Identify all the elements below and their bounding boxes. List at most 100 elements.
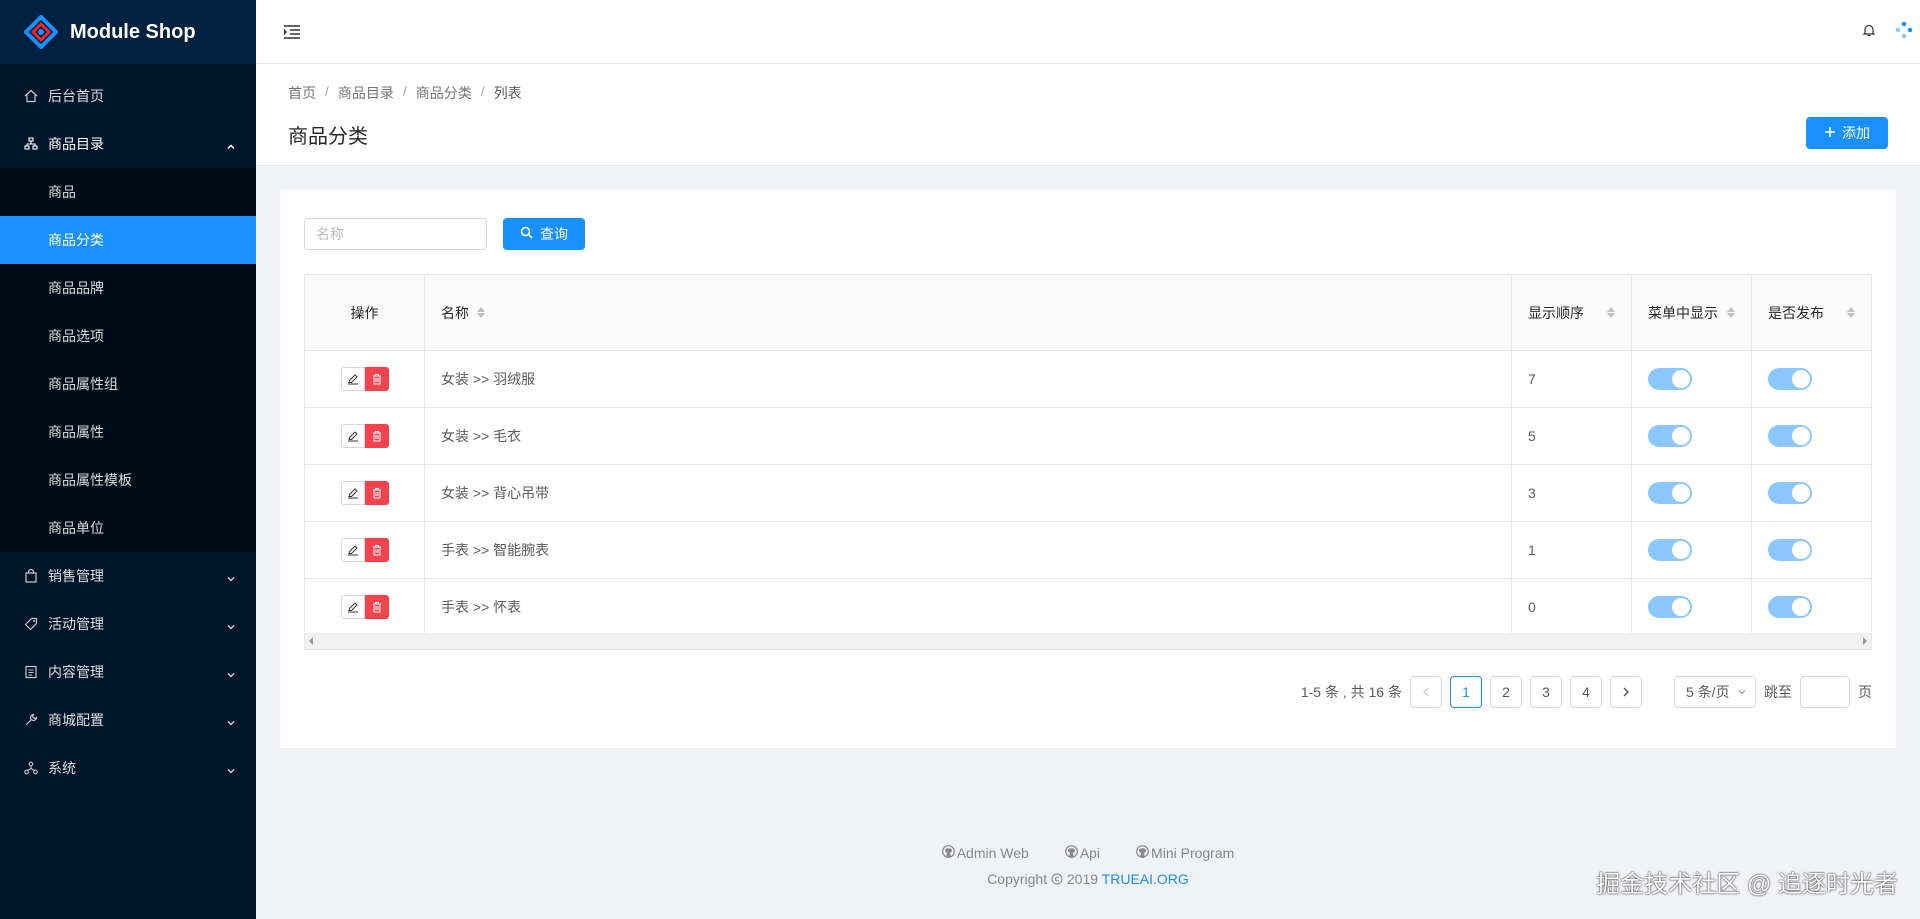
chevron-down-icon xyxy=(226,763,236,774)
delete-icon[interactable] xyxy=(364,481,389,505)
copyright-year: 2019 xyxy=(1066,871,1099,887)
scroll-left-icon[interactable] xyxy=(309,637,313,645)
show-in-menu-toggle[interactable] xyxy=(1648,425,1692,447)
scroll-right-icon[interactable] xyxy=(1863,637,1867,645)
edit-icon[interactable] xyxy=(340,424,365,448)
table-row: 手表 >> 怀表 0 xyxy=(305,579,1871,636)
column-header-label: 显示顺序 xyxy=(1528,304,1584,321)
sidebar-item-label: 活动管理 xyxy=(48,616,104,632)
logo[interactable]: Module Shop xyxy=(0,0,256,64)
breadcrumb: 首页 / 商品目录 / 商品分类 / 列表 xyxy=(288,83,522,103)
breadcrumb-separator: / xyxy=(402,83,407,99)
delete-icon[interactable] xyxy=(364,595,389,619)
cell-name: 女装 >> 羽绒服 xyxy=(425,351,1512,407)
jump-page-input[interactable] xyxy=(1800,676,1850,708)
query-button[interactable]: 查询 xyxy=(503,218,585,250)
add-button[interactable]: 添加 xyxy=(1806,117,1888,149)
footer-link-api[interactable]: Api xyxy=(1064,845,1100,861)
published-toggle[interactable] xyxy=(1768,539,1812,561)
column-header-name[interactable]: 名称 xyxy=(425,275,1512,350)
edit-icon[interactable] xyxy=(340,481,365,505)
column-header-published[interactable]: 是否发布 xyxy=(1752,275,1871,350)
breadcrumb-categories[interactable]: 商品分类 xyxy=(416,83,472,103)
edit-icon[interactable] xyxy=(340,595,365,619)
sidebar-item-attributes[interactable]: 商品属性 xyxy=(0,408,256,456)
breadcrumb-catalog[interactable]: 商品目录 xyxy=(338,83,394,103)
sidebar-item-label: 商品 xyxy=(48,184,76,200)
page-size-select[interactable]: 5 条/页 xyxy=(1674,676,1756,708)
bell-icon[interactable] xyxy=(1862,23,1876,40)
sidebar-item-attribute-templates[interactable]: 商品属性模板 xyxy=(0,456,256,504)
show-in-menu-toggle[interactable] xyxy=(1648,368,1692,390)
row-actions xyxy=(305,579,425,635)
edit-icon[interactable] xyxy=(340,367,365,391)
show-in-menu-toggle[interactable] xyxy=(1648,482,1692,504)
user-avatar-icon[interactable] xyxy=(1894,20,1914,43)
column-header-show-in-menu[interactable]: 菜单中显示 xyxy=(1632,275,1752,350)
sidebar-item-products[interactable]: 商品 xyxy=(0,168,256,216)
show-in-menu-toggle[interactable] xyxy=(1648,539,1692,561)
edit-icon[interactable] xyxy=(340,538,365,562)
horizontal-scrollbar[interactable] xyxy=(304,633,1872,650)
sidebar-item-dashboard[interactable]: 后台首页 xyxy=(0,72,256,120)
page-title: 商品分类 xyxy=(288,126,368,148)
footer-link-admin-web[interactable]: Admin Web xyxy=(941,845,1029,861)
sidebar-item-system[interactable]: 系统 xyxy=(0,744,256,792)
page-button[interactable]: 3 xyxy=(1530,676,1562,708)
name-search-input[interactable] xyxy=(304,218,487,250)
cell-order: 0 xyxy=(1512,579,1632,635)
column-header-order[interactable]: 显示顺序 xyxy=(1512,275,1632,350)
sidebar-item-units[interactable]: 商品单位 xyxy=(0,504,256,552)
jump-suffix: 页 xyxy=(1858,684,1872,700)
sidebar-item-store-config[interactable]: 商城配置 xyxy=(0,696,256,744)
sidebar-item-label: 系统 xyxy=(48,760,76,776)
show-in-menu-toggle[interactable] xyxy=(1648,596,1692,618)
copyright-org-link[interactable]: TRUEAI.ORG xyxy=(1102,871,1189,887)
breadcrumb-home[interactable]: 首页 xyxy=(288,83,316,103)
delete-icon[interactable] xyxy=(364,367,389,391)
published-toggle[interactable] xyxy=(1768,482,1812,504)
next-page-button[interactable] xyxy=(1610,676,1642,708)
add-button-label: 添加 xyxy=(1842,125,1870,141)
sidebar-item-options[interactable]: 商品选项 xyxy=(0,312,256,360)
sort-icon[interactable] xyxy=(1727,307,1735,318)
row-actions xyxy=(305,351,425,407)
copyright-prefix: Copyright xyxy=(987,871,1048,887)
content-card: 查询 操作 名称 显示顺序 菜单中显示 是否发布 女装 >> 羽绒服 7 女装 xyxy=(280,190,1896,748)
page-button[interactable]: 4 xyxy=(1570,676,1602,708)
published-toggle[interactable] xyxy=(1768,368,1812,390)
sidebar-item-categories[interactable]: 商品分类 xyxy=(0,216,256,264)
published-toggle[interactable] xyxy=(1768,596,1812,618)
chevron-up-icon xyxy=(226,139,236,150)
sidebar-item-attribute-groups[interactable]: 商品属性组 xyxy=(0,360,256,408)
footer-link-mini-program[interactable]: Mini Program xyxy=(1136,845,1234,861)
sidebar-item-catalog[interactable]: 商品目录 xyxy=(0,120,256,168)
delete-icon[interactable] xyxy=(364,424,389,448)
row-actions xyxy=(305,522,425,578)
tag-icon xyxy=(24,617,38,631)
sidebar-item-label: 商品品牌 xyxy=(48,280,104,296)
sidebar-item-activities[interactable]: 活动管理 xyxy=(0,600,256,648)
prev-page-button[interactable] xyxy=(1410,676,1442,708)
sort-icon[interactable] xyxy=(1847,307,1855,318)
category-table: 操作 名称 显示顺序 菜单中显示 是否发布 女装 >> 羽绒服 7 女装 >> … xyxy=(304,274,1872,636)
plus-icon xyxy=(1824,125,1836,141)
cell-show-in-menu xyxy=(1632,579,1752,635)
github-icon xyxy=(1136,845,1149,861)
sidebar-item-content[interactable]: 内容管理 xyxy=(0,648,256,696)
sidebar-item-label: 商品属性模板 xyxy=(48,472,132,488)
sidebar-item-sales[interactable]: 销售管理 xyxy=(0,552,256,600)
table-header-row: 操作 名称 显示顺序 菜单中显示 是否发布 xyxy=(305,275,1871,351)
sidebar: Module Shop 后台首页 商品目录 商品 商品分类 商品品牌 商品选项 … xyxy=(0,0,256,919)
sort-icon[interactable] xyxy=(477,307,485,318)
page-button[interactable]: 1 xyxy=(1450,676,1482,708)
page-button[interactable]: 2 xyxy=(1490,676,1522,708)
pagination-total: 1-5 条 , 共 16 条 xyxy=(1300,684,1402,700)
published-toggle[interactable] xyxy=(1768,425,1812,447)
sidebar-item-label: 销售管理 xyxy=(48,568,104,584)
sidebar-item-brands[interactable]: 商品品牌 xyxy=(0,264,256,312)
cell-show-in-menu xyxy=(1632,351,1752,407)
sort-icon[interactable] xyxy=(1607,307,1615,318)
delete-icon[interactable] xyxy=(364,538,389,562)
menu-fold-icon[interactable] xyxy=(280,20,304,44)
